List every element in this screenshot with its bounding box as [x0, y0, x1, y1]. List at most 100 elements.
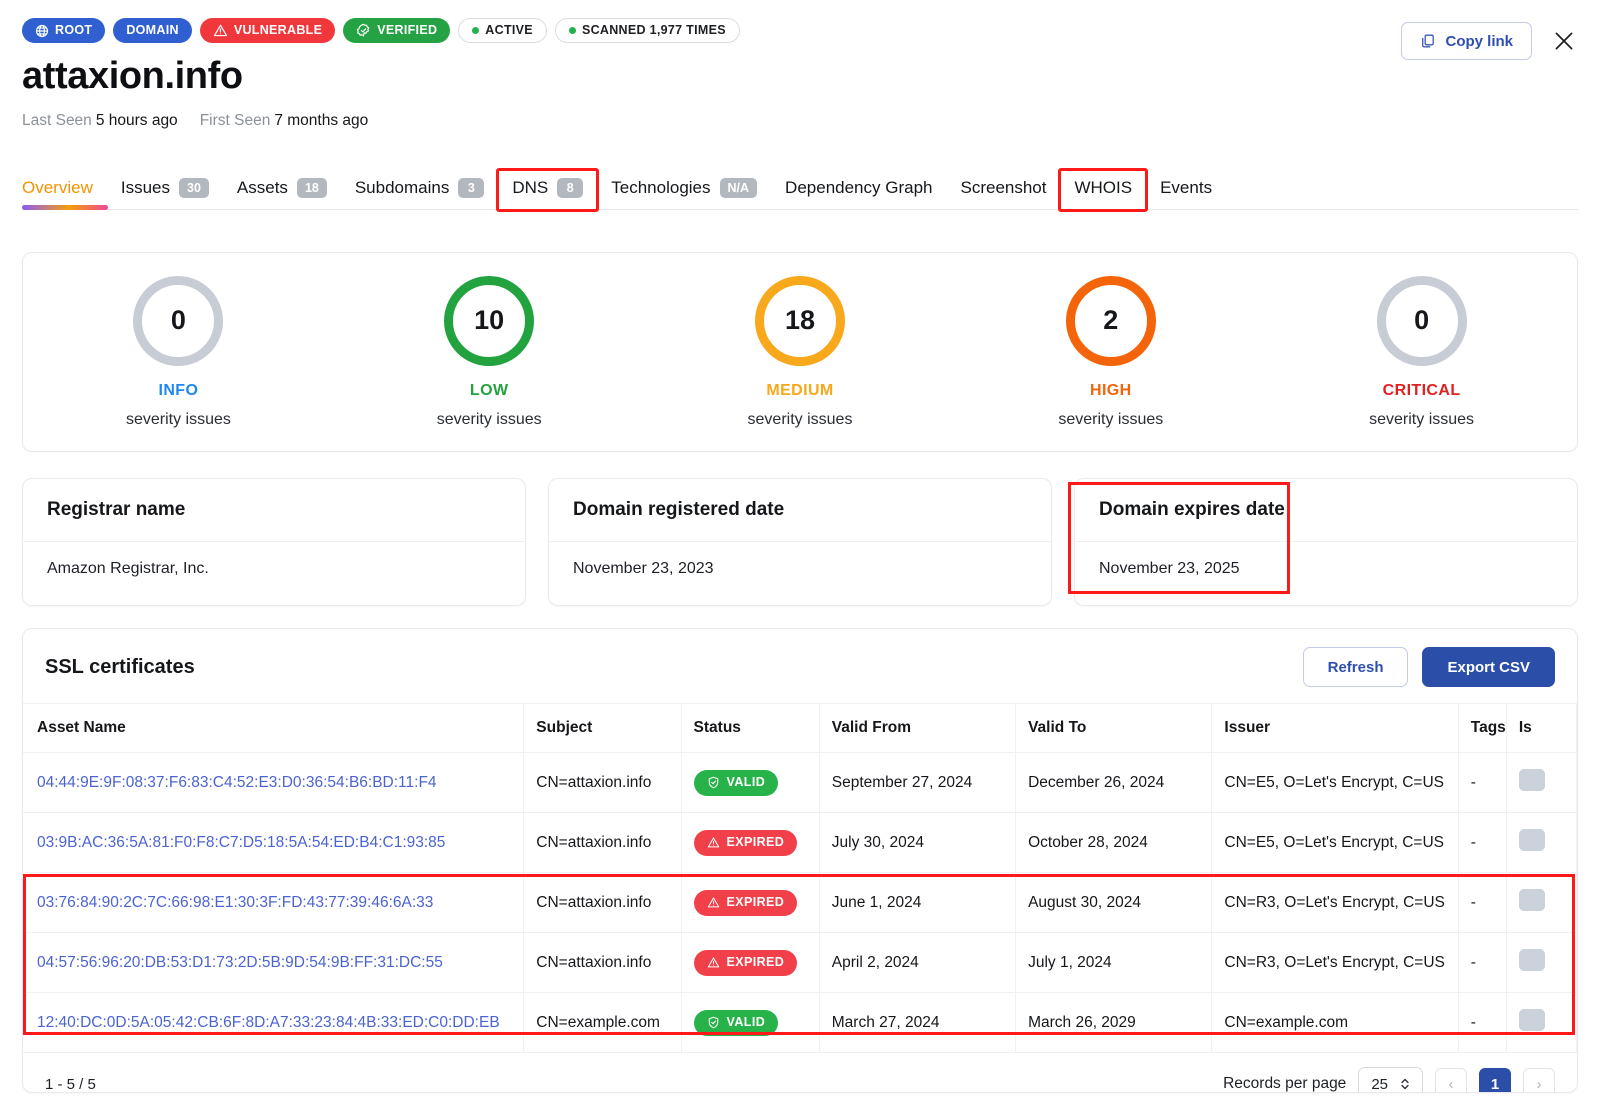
severity-summary-card: 0 INFO severity issues 10 LOW severity issues… [22, 252, 1578, 452]
page-1-button[interactable]: 1 [1479, 1068, 1511, 1092]
severity-item-medium: 18 MEDIUM severity issues [645, 275, 956, 429]
cell-tags: - [1458, 812, 1507, 873]
cell-asset-name: 03:9B:AC:36:5A:81:F0:F8:C7:D5:18:5A:54:E… [23, 812, 525, 873]
cell-subject: CN=attaxion.info [523, 812, 682, 873]
column-header-valid-to[interactable]: Valid To [1015, 703, 1213, 753]
status-badge-label: EXPIRED [726, 895, 785, 910]
page-title: attaxion.info [22, 55, 243, 97]
cell-valid-from: April 2, 2024 [819, 932, 1017, 993]
status-badge-verified-label: VERIFIED [377, 23, 438, 38]
ssl-card-header: SSL certificates Refresh Export CSV [23, 629, 1577, 703]
cell-status: EXPIRED [681, 872, 820, 933]
severity-subtitle: severity issues [125, 410, 231, 428]
cell-issuance-placeholder [1506, 752, 1577, 813]
asset-name-link[interactable]: 03:76:84:90:2C:7C:66:98:E1:30:3F:FD:43:7… [37, 894, 433, 911]
status-badge-verified: VERIFIED [343, 18, 451, 43]
tab-screenshot[interactable]: Screenshot [946, 170, 1060, 210]
shield-check-icon [708, 1016, 718, 1029]
next-page-button[interactable]: › [1523, 1068, 1555, 1092]
loading-placeholder-icon [1518, 889, 1545, 911]
cell-issuance-placeholder [1506, 992, 1577, 1053]
tab-list: Overview Issues 30 Assets 18 Subdomains 3 DNS 8 T… [22, 167, 1578, 213]
cell-asset-name: 04:57:56:96:20:DB:53:D1:73:2D:5B:9D:54:9… [23, 932, 525, 993]
cell-tags: - [1458, 932, 1507, 993]
tab-label: Subdomains [354, 178, 450, 198]
status-badge-row: ROOT DOMAIN VULNERABLE VERIFIED ACTIVE S… [22, 18, 740, 43]
asset-name-link[interactable]: 12:40:DC:0D:5A:05:42:CB:6F:8D:A7:33:23:8… [37, 1014, 500, 1031]
status-badge-scanned-label: SCANNED 1,977 TIMES [581, 23, 726, 38]
cell-status: VALID [681, 752, 820, 813]
tab-dependency-graph[interactable]: Dependency Graph [771, 170, 946, 210]
status-badge-active: ACTIVE [458, 18, 547, 43]
asset-name-link[interactable]: 03:9B:AC:36:5A:81:F0:F8:C7:D5:18:5A:54:E… [37, 834, 445, 851]
tab-label: Screenshot [960, 178, 1047, 198]
close-button[interactable] [1550, 27, 1578, 55]
status-badge: VALID [693, 1009, 779, 1036]
asset-name-link[interactable]: 04:44:9E:9F:08:37:F6:83:C4:52:E3:D0:36:5… [37, 774, 437, 791]
cell-issuer: CN=example.com [1211, 992, 1459, 1053]
info-card-domain-registered-date: Domain registered date November 23, 2023 [548, 478, 1052, 606]
table-row: 03:76:84:90:2C:7C:66:98:E1:30:3F:FD:43:7… [23, 872, 1577, 933]
severity-donut: 10 [444, 275, 535, 366]
cell-status: VALID [681, 992, 820, 1053]
first-seen-value: 7 months ago [274, 112, 369, 129]
severity-donut: 18 [754, 275, 845, 366]
copy-link-button[interactable]: Copy link [1401, 22, 1532, 60]
refresh-button[interactable]: Refresh [1302, 647, 1409, 687]
info-card-value: Amazon Registrar, Inc. [47, 560, 209, 577]
export-csv-button[interactable]: Export CSV [1422, 647, 1555, 687]
table-body: 04:44:9E:9F:08:37:F6:83:C4:52:E3:D0:36:5… [23, 752, 1577, 1053]
tab-dns[interactable]: DNS 8 [496, 167, 600, 213]
status-badge: VALID [693, 769, 779, 796]
tab-technologies[interactable]: Technologies N/A [597, 170, 771, 210]
severity-donut: 0 [133, 275, 224, 366]
seen-info: Last Seen 5 hours ago First Seen 7 months … [22, 112, 368, 130]
last-seen-value: 5 hours ago [95, 112, 178, 129]
copy-icon [1422, 34, 1435, 48]
green-dot-icon [568, 27, 576, 34]
cell-issuance-placeholder [1506, 812, 1577, 873]
tab-label: WHOIS [1074, 178, 1133, 198]
table-row: 04:57:56:96:20:DB:53:D1:73:2D:5B:9D:54:9… [23, 932, 1577, 993]
column-header-is[interactable]: Is [1506, 703, 1577, 753]
tab-divider [22, 209, 1578, 211]
status-badge-vulnerable-label: VULNERABLE [233, 23, 323, 38]
column-header-valid-from[interactable]: Valid From [819, 703, 1017, 753]
cell-issuance-placeholder [1506, 932, 1577, 993]
cell-issuer: CN=E5, O=Let's Encrypt, C=US [1211, 752, 1459, 813]
cell-valid-to: October 28, 2024 [1015, 812, 1213, 873]
asset-name-link[interactable]: 04:57:56:96:20:DB:53:D1:73:2D:5B:9D:54:9… [37, 954, 443, 971]
tab-count-badge: 3 [458, 178, 485, 199]
first-seen-label: First Seen [199, 112, 271, 129]
column-header-status[interactable]: Status [681, 703, 820, 753]
column-header-tags[interactable]: Tags [1458, 703, 1507, 753]
tab-count-badge: 18 [296, 178, 327, 199]
cell-tags: - [1458, 752, 1507, 813]
tab-whois[interactable]: WHOIS [1058, 168, 1149, 213]
prev-page-button[interactable]: ‹ [1435, 1068, 1467, 1092]
warning-triangle-icon [707, 837, 719, 848]
records-per-page-select[interactable]: 25 [1358, 1067, 1423, 1092]
cell-valid-to: July 1, 2024 [1015, 932, 1213, 993]
pagination-controls: Records per page 25 ‹ 1 › [1223, 1067, 1555, 1092]
loading-placeholder-icon [1518, 829, 1545, 851]
table-row: 12:40:DC:0D:5A:05:42:CB:6F:8D:A7:33:23:8… [23, 992, 1577, 1053]
info-card-value: November 23, 2025 [1099, 560, 1240, 577]
cell-issuer: CN=E5, O=Let's Encrypt, C=US [1211, 812, 1459, 873]
tab-subdomains[interactable]: Subdomains 3 [341, 170, 499, 210]
tab-assets[interactable]: Assets 18 [223, 170, 341, 210]
cell-valid-to: March 26, 2029 [1015, 992, 1213, 1053]
tab-overview[interactable]: Overview [22, 170, 107, 210]
severity-donut: 0 [1376, 275, 1467, 366]
cell-tags: - [1458, 992, 1507, 1053]
cell-asset-name: 03:76:84:90:2C:7C:66:98:E1:30:3F:FD:43:7… [23, 872, 525, 933]
info-card-domain-expires-date: Domain expires date November 23, 2025 [1074, 478, 1578, 606]
tab-events[interactable]: Events [1146, 170, 1226, 210]
column-header-asset-name[interactable]: Asset Name [23, 703, 525, 753]
ssl-card-title: SSL certificates [45, 655, 195, 678]
verified-badge-icon [356, 23, 370, 37]
tab-issues[interactable]: Issues 30 [107, 170, 223, 210]
column-header-subject[interactable]: Subject [523, 703, 682, 753]
severity-name: LOW [469, 381, 509, 399]
column-header-issuer[interactable]: Issuer [1211, 703, 1459, 753]
